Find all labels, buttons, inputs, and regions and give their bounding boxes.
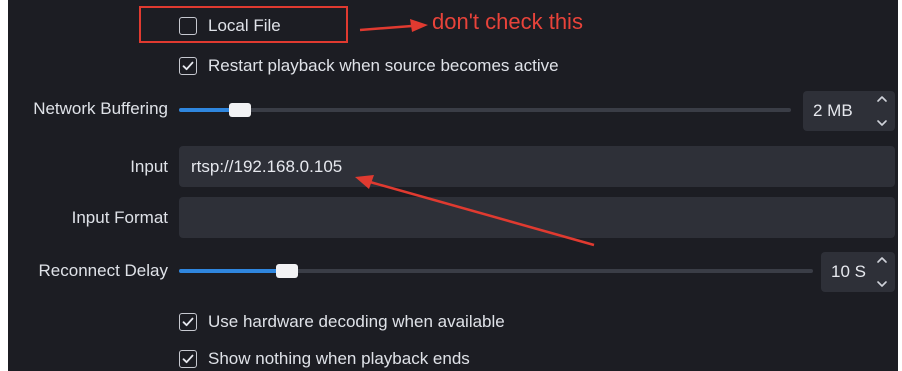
annotation-arrow-to-input [355, 175, 595, 247]
annotation-arrows [355, 19, 595, 247]
annotation-arrow-right [359, 19, 428, 32]
annotation-text: don't check this [432, 9, 583, 34]
